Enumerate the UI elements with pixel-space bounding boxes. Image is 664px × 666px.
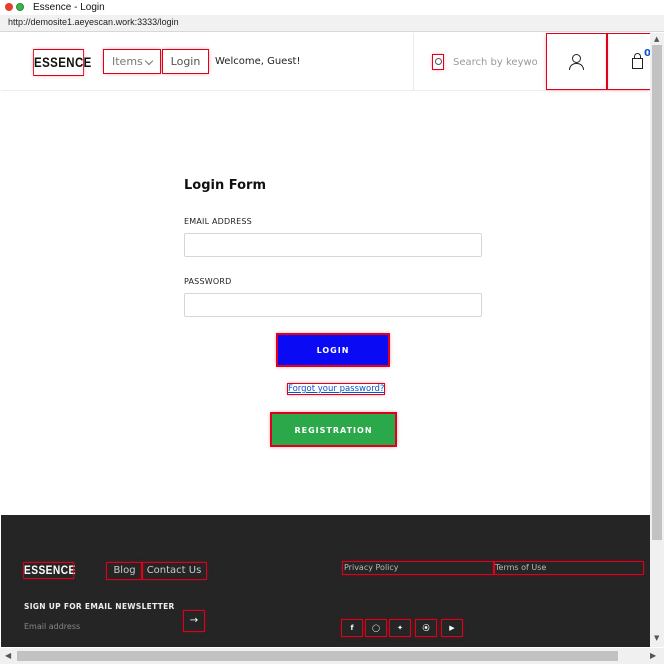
newsletter-submit-button[interactable]: → [183, 610, 205, 632]
site-footer: ESSENCE Blog Contact Us Privacy Policy T… [1, 515, 650, 647]
scroll-right-icon[interactable]: ▶ [650, 651, 656, 660]
arrow-right-icon: → [189, 615, 199, 626]
scroll-down-icon[interactable]: ▼ [654, 635, 660, 642]
vertical-scrollbar[interactable]: ▲ ▼ [650, 33, 664, 647]
window-title: Essence - Login [33, 2, 105, 13]
email-field[interactable] [184, 233, 482, 257]
welcome-text: Welcome, Guest! [215, 56, 301, 67]
address-bar[interactable]: http://demosite1.aeyescan.work:3333/logi… [0, 15, 664, 32]
close-window-icon[interactable] [5, 3, 13, 11]
footer-terms-link[interactable]: Terms of Use [493, 561, 644, 575]
newsletter-email-input[interactable] [24, 619, 174, 633]
horizontal-scrollbar[interactable]: ◀ ▶ [0, 648, 664, 664]
search-input[interactable] [453, 52, 537, 72]
password-field[interactable] [184, 293, 482, 317]
footer-blog-link[interactable]: Blog [106, 562, 143, 580]
footer-contact-link[interactable]: Contact Us [141, 562, 207, 580]
search-icon [435, 58, 442, 65]
instagram-icon: ◯ [372, 624, 380, 632]
twitter-icon: ✦ [397, 624, 403, 632]
search-button[interactable] [432, 54, 444, 70]
login-form-title: Login Form [184, 178, 266, 193]
items-dropdown-label: Items [112, 55, 143, 68]
facebook-icon: f [350, 624, 354, 632]
user-icon-body [569, 63, 584, 70]
registration-button[interactable]: REGISTRATION [270, 412, 397, 447]
scroll-left-icon[interactable]: ◀ [5, 651, 11, 660]
pinterest-icon: ⦿ [422, 624, 430, 632]
site-header: ESSENCE Items Login Welcome, Guest! 0 [1, 33, 650, 91]
youtube-icon: ▶ [449, 624, 455, 632]
items-dropdown[interactable]: Items [103, 49, 161, 74]
cart-button[interactable]: 0 [607, 33, 650, 90]
footer-logo[interactable]: ESSENCE [23, 562, 75, 579]
shopping-bag-icon-body [632, 58, 643, 69]
twitter-link[interactable]: ✦ [389, 619, 411, 637]
browser-icon [16, 3, 24, 11]
window-titlebar: Essence - Login [0, 0, 664, 15]
login-button[interactable]: LOGIN [276, 333, 390, 367]
address-url[interactable]: http://demosite1.aeyescan.work:3333/logi… [8, 17, 179, 27]
nav-login-link[interactable]: Login [162, 49, 209, 74]
password-label: PASSWORD [184, 277, 232, 286]
account-button[interactable] [546, 33, 607, 90]
user-icon [572, 54, 581, 63]
forgot-password-link[interactable]: Forgot your password? [286, 383, 386, 395]
page-viewport: ESSENCE Items Login Welcome, Guest! 0 Lo… [1, 33, 650, 647]
footer-privacy-link[interactable]: Privacy Policy [342, 561, 495, 575]
pinterest-link[interactable]: ⦿ [415, 619, 437, 637]
facebook-link[interactable]: f [341, 619, 363, 637]
email-label: EMAIL ADDRESS [184, 217, 252, 226]
header-divider [413, 33, 414, 90]
scroll-up-icon[interactable]: ▲ [654, 36, 660, 43]
horizontal-scroll-thumb[interactable] [17, 651, 618, 661]
instagram-link[interactable]: ◯ [365, 619, 387, 637]
vertical-scroll-thumb[interactable] [652, 45, 662, 540]
chevron-down-icon [144, 56, 154, 66]
youtube-link[interactable]: ▶ [441, 619, 463, 637]
newsletter-title: SIGN UP FOR EMAIL NEWSLETTER [24, 602, 175, 611]
site-logo[interactable]: ESSENCE [33, 49, 91, 76]
